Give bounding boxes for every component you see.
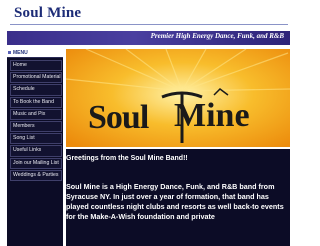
site-tagline: Premier High Energy Dance, Funk, and R&B: [150, 32, 284, 40]
intro-paragraph: Soul Mine is a High Energy Dance, Funk, …: [66, 182, 284, 221]
greeting-heading: Greetings from the Soul Mine Band!!: [66, 155, 188, 162]
sidebar: MENU Home Promotional Material Schedule …: [7, 49, 63, 246]
menu-list: Home Promotional Material Schedule To Bo…: [10, 60, 62, 182]
banner-logo-mine: Mine: [174, 97, 250, 134]
menu-item-useful-links[interactable]: Useful Links: [10, 145, 62, 157]
banner-logo-soul: Soul: [88, 99, 149, 136]
menu-item-mailing-list[interactable]: Join our Mailing List: [10, 157, 62, 169]
menu-item-song-list[interactable]: Song List: [10, 133, 62, 145]
menu-icon: [8, 51, 11, 54]
page-header: Soul Mine: [0, 0, 296, 28]
menu-item-home[interactable]: Home: [10, 60, 62, 72]
tagline-bar: Premier High Energy Dance, Funk, and R&B: [7, 31, 290, 45]
header-divider: [10, 24, 288, 25]
menu-item-schedule[interactable]: Schedule: [10, 84, 62, 96]
banner: Soul Mine: [66, 49, 290, 149]
menu-item-book-band[interactable]: To Book the Band: [10, 96, 62, 108]
menu-item-members[interactable]: Members: [10, 120, 62, 133]
site-title[interactable]: Soul Mine: [14, 5, 81, 22]
menu-header-label: MENU: [13, 50, 28, 56]
menu-header: MENU: [7, 49, 63, 58]
menu-item-promotional-material[interactable]: Promotional Material: [10, 72, 62, 84]
main-content: Soul Mine Greetings from the Soul Mine B…: [66, 49, 290, 246]
menu-item-weddings-parties[interactable]: Weddings & Parties: [10, 169, 62, 181]
menu-item-music-pix[interactable]: Music and Pix: [10, 108, 62, 120]
